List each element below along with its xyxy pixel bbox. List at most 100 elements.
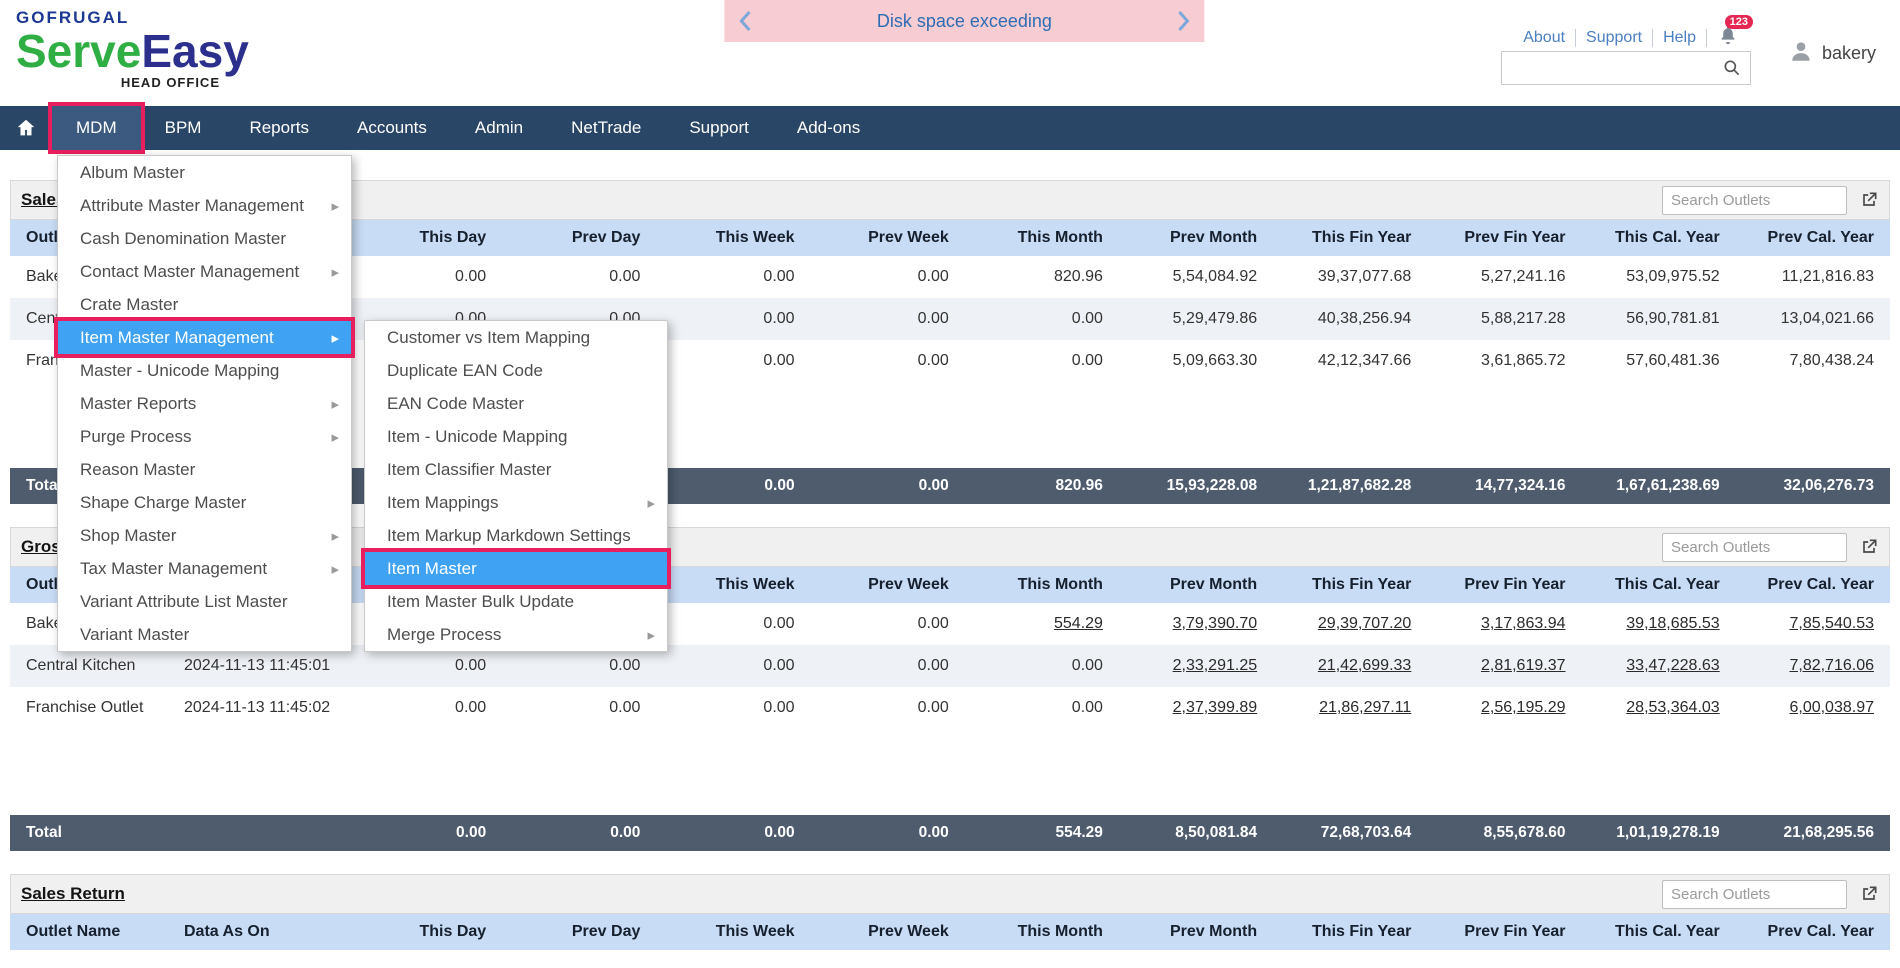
drilldown-link[interactable]: 39,18,685.53: [1626, 615, 1719, 632]
drilldown-link[interactable]: 2,56,195.29: [1481, 699, 1566, 716]
drilldown-link[interactable]: 7,82,716.06: [1789, 657, 1874, 674]
column-header-data-as-on: Data As On: [168, 914, 348, 950]
menu-item-item-master[interactable]: Item Master: [365, 552, 667, 585]
menu-item-master-unicode-mapping[interactable]: Master - Unicode Mapping: [58, 354, 351, 387]
value-cell: 40,38,256.94: [1273, 298, 1427, 340]
drilldown-link[interactable]: 2,37,399.89: [1173, 699, 1258, 716]
menu-item-shop-master[interactable]: Shop Master▸: [58, 519, 351, 552]
total-value-cell: 0.00: [656, 468, 810, 504]
menu-item-label: EAN Code Master: [387, 394, 524, 414]
column-header-prev-week: Prev Week: [811, 567, 965, 603]
menu-item-reason-master[interactable]: Reason Master: [58, 453, 351, 486]
menu-item-variant-master[interactable]: Variant Master: [58, 618, 351, 651]
nav-item-mdm[interactable]: MDM: [52, 106, 141, 150]
total-value-cell: 8,50,081.84: [1119, 815, 1273, 851]
menu-item-label: Attribute Master Management: [80, 196, 304, 216]
value-cell: 0.00: [811, 645, 965, 687]
nav-item-nettrade[interactable]: NetTrade: [547, 106, 665, 150]
total-value-cell: 72,68,703.64: [1273, 815, 1427, 851]
banner-prev-icon[interactable]: [738, 10, 752, 32]
section-sales-return: Sales Return Outlet NameData As OnThis D…: [10, 874, 1890, 950]
value-cell: 2,37,399.89: [1119, 687, 1273, 729]
drilldown-link[interactable]: 2,33,291.25: [1173, 657, 1258, 674]
column-header-this-month: This Month: [965, 914, 1119, 950]
menu-item-purge-process[interactable]: Purge Process▸: [58, 420, 351, 453]
menu-item-album-master[interactable]: Album Master: [58, 156, 351, 189]
drilldown-link[interactable]: 21,42,699.33: [1318, 657, 1411, 674]
menu-item-label: Item Markup Markdown Settings: [387, 526, 631, 546]
menu-item-merge-process[interactable]: Merge Process▸: [365, 618, 667, 651]
nav-item-accounts[interactable]: Accounts: [333, 106, 451, 150]
drilldown-link[interactable]: 2,81,619.37: [1481, 657, 1566, 674]
menu-item-contact-master-management[interactable]: Contact Master Management▸: [58, 255, 351, 288]
about-link[interactable]: About: [1513, 29, 1576, 47]
total-value-cell: 15,93,228.08: [1119, 468, 1273, 504]
spacer-row: [10, 729, 1890, 815]
drilldown-link[interactable]: 33,47,228.63: [1626, 657, 1719, 674]
external-link-icon[interactable]: [1859, 884, 1879, 904]
external-link-icon[interactable]: [1859, 537, 1879, 557]
column-header-prev-fin-year: Prev Fin Year: [1427, 567, 1581, 603]
menu-item-variant-attribute-list-master[interactable]: Variant Attribute List Master: [58, 585, 351, 618]
menu-item-label: Merge Process: [387, 625, 501, 645]
column-header-prev-week: Prev Week: [811, 914, 965, 950]
nav-item-admin[interactable]: Admin: [451, 106, 547, 150]
nav-item-reports[interactable]: Reports: [225, 106, 333, 150]
menu-item-item-mappings[interactable]: Item Mappings▸: [365, 486, 667, 519]
menu-item-master-reports[interactable]: Master Reports ▸: [58, 387, 351, 420]
menu-item-duplicate-ean-code[interactable]: Duplicate EAN Code: [365, 354, 667, 387]
value-cell: 7,80,438.24: [1736, 340, 1890, 382]
search-outlets-input[interactable]: [1662, 880, 1847, 909]
menu-item-ean-code-master[interactable]: EAN Code Master: [365, 387, 667, 420]
nav-item-bpm[interactable]: BPM: [141, 106, 226, 150]
menu-item-customer-vs-item-mapping[interactable]: Customer vs Item Mapping: [365, 321, 667, 354]
menu-item-crate-master[interactable]: Crate Master: [58, 288, 351, 321]
drilldown-link[interactable]: 29,39,707.20: [1318, 615, 1411, 632]
menu-item-item-classifier-master[interactable]: Item Classifier Master: [365, 453, 667, 486]
menu-item-attribute-master-management[interactable]: Attribute Master Management▸: [58, 189, 351, 222]
menu-item-tax-master-management[interactable]: Tax Master Management▸: [58, 552, 351, 585]
notifications-bell-icon[interactable]: 123: [1717, 24, 1739, 51]
drilldown-link[interactable]: 7,85,540.53: [1789, 615, 1874, 632]
menu-item-label: Item - Unicode Mapping: [387, 427, 567, 447]
chevron-right-icon: ▸: [331, 527, 339, 545]
nav-item-support[interactable]: Support: [665, 106, 773, 150]
value-cell: 554.29: [965, 603, 1119, 645]
drilldown-link[interactable]: 21,86,297.11: [1319, 699, 1411, 716]
menu-item-cash-denomination-master[interactable]: Cash Denomination Master: [58, 222, 351, 255]
external-link-icon[interactable]: [1859, 190, 1879, 210]
menu-item-item-unicode-mapping[interactable]: Item - Unicode Mapping: [365, 420, 667, 453]
drilldown-link[interactable]: 554.29: [1054, 615, 1103, 632]
menu-item-item-markup-markdown-settings[interactable]: Item Markup Markdown Settings: [365, 519, 667, 552]
menu-item-label: Purge Process: [80, 427, 192, 447]
chevron-right-icon: ▸: [331, 395, 339, 413]
menu-item-item-master-bulk-update[interactable]: Item Master Bulk Update: [365, 585, 667, 618]
global-search-input[interactable]: [1502, 60, 1722, 77]
column-header-this-day: This Day: [348, 220, 502, 256]
nav-item-add-ons[interactable]: Add-ons: [773, 106, 884, 150]
value-cell: 57,60,481.36: [1582, 340, 1736, 382]
value-cell: 0.00: [656, 603, 810, 645]
value-cell: 3,61,865.72: [1427, 340, 1581, 382]
home-icon[interactable]: [0, 106, 52, 150]
user-menu[interactable]: bakery: [1788, 38, 1876, 69]
value-cell: 28,53,364.03: [1582, 687, 1736, 729]
drilldown-link[interactable]: 6,00,038.97: [1789, 699, 1874, 716]
menu-item-item-master-management[interactable]: Item Master Management▸: [58, 321, 351, 354]
menu-item-shape-charge-master[interactable]: Shape Charge Master: [58, 486, 351, 519]
mdm-menu: Album MasterAttribute Master Management▸…: [57, 155, 352, 652]
total-value-cell: 14,77,324.16: [1427, 468, 1581, 504]
drilldown-link[interactable]: 3,79,390.70: [1173, 615, 1258, 632]
menu-item-label: Album Master: [80, 163, 185, 183]
search-icon[interactable]: [1722, 58, 1742, 78]
help-link[interactable]: Help: [1653, 29, 1707, 47]
banner-next-icon[interactable]: [1176, 10, 1190, 32]
column-header-this-cal-year: This Cal. Year: [1582, 567, 1736, 603]
drilldown-link[interactable]: 3,17,863.94: [1481, 615, 1566, 632]
search-outlets-input[interactable]: [1662, 533, 1847, 562]
search-outlets-input[interactable]: [1662, 186, 1847, 215]
drilldown-link[interactable]: 28,53,364.03: [1626, 699, 1719, 716]
support-link[interactable]: Support: [1576, 29, 1653, 47]
value-cell: 39,18,685.53: [1582, 603, 1736, 645]
menu-item-label: Master Reports: [80, 394, 196, 414]
